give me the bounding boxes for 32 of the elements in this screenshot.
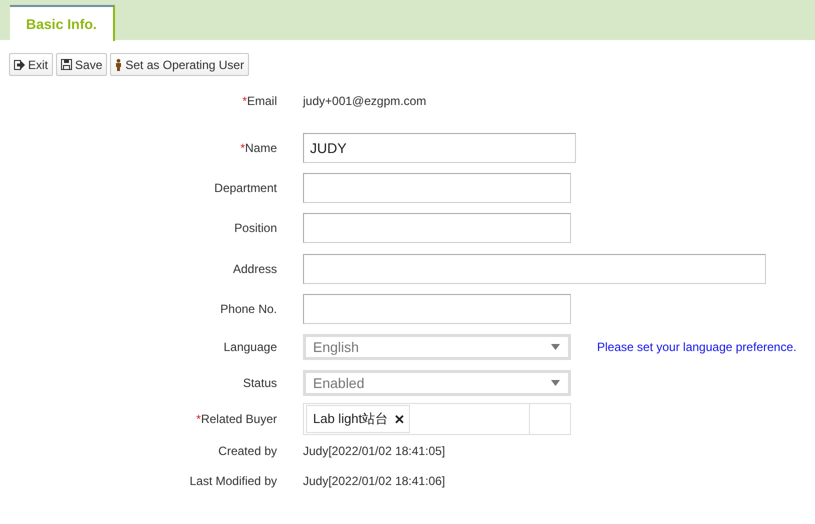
field-value: Judy[2022/01/02 18:41:05] — [303, 444, 446, 458]
field-label: *Related Buyer — [195, 412, 278, 426]
field-label: Address — [232, 262, 278, 276]
exit-arrow-icon — [14, 60, 25, 70]
tag-chip: Lab light站台 ✕ — [306, 405, 410, 433]
text-field[interactable] — [303, 173, 571, 203]
field-label: *Name — [239, 141, 278, 155]
save-button[interactable]: Save — [56, 53, 108, 76]
field-label: Position — [233, 221, 278, 235]
field-value: Judy[2022/01/02 18:41:06] — [303, 474, 446, 488]
field-label: Created by — [217, 444, 278, 458]
field-label: Status — [242, 376, 278, 390]
text-field[interactable] — [303, 254, 766, 284]
field-label: Language — [222, 340, 278, 354]
text-field[interactable] — [303, 213, 571, 243]
exit-button[interactable]: Exit — [9, 53, 54, 76]
field-label: *Email — [241, 94, 278, 108]
hint-text: Please set your language preference. — [597, 340, 796, 354]
text-field[interactable]: JUDY — [303, 133, 576, 163]
field-label: Last Modified by — [188, 474, 278, 488]
field-label: Department — [213, 181, 278, 195]
user-button[interactable]: Set as Operating User — [110, 53, 250, 76]
remove-tag-button[interactable]: ✕ — [394, 412, 406, 426]
dropdown[interactable]: Enabled — [303, 370, 571, 396]
field-label: Phone No. — [219, 302, 278, 316]
dropdown-caret-icon — [551, 380, 560, 386]
tag-field[interactable]: Lab light站台 ✕ — [303, 403, 571, 435]
text-field[interactable] — [303, 294, 571, 324]
dropdown-caret-icon — [551, 344, 560, 350]
person-icon — [115, 58, 122, 70]
field-value: judy+001@ezgpm.com — [303, 94, 426, 108]
dropdown[interactable]: English — [303, 334, 571, 360]
